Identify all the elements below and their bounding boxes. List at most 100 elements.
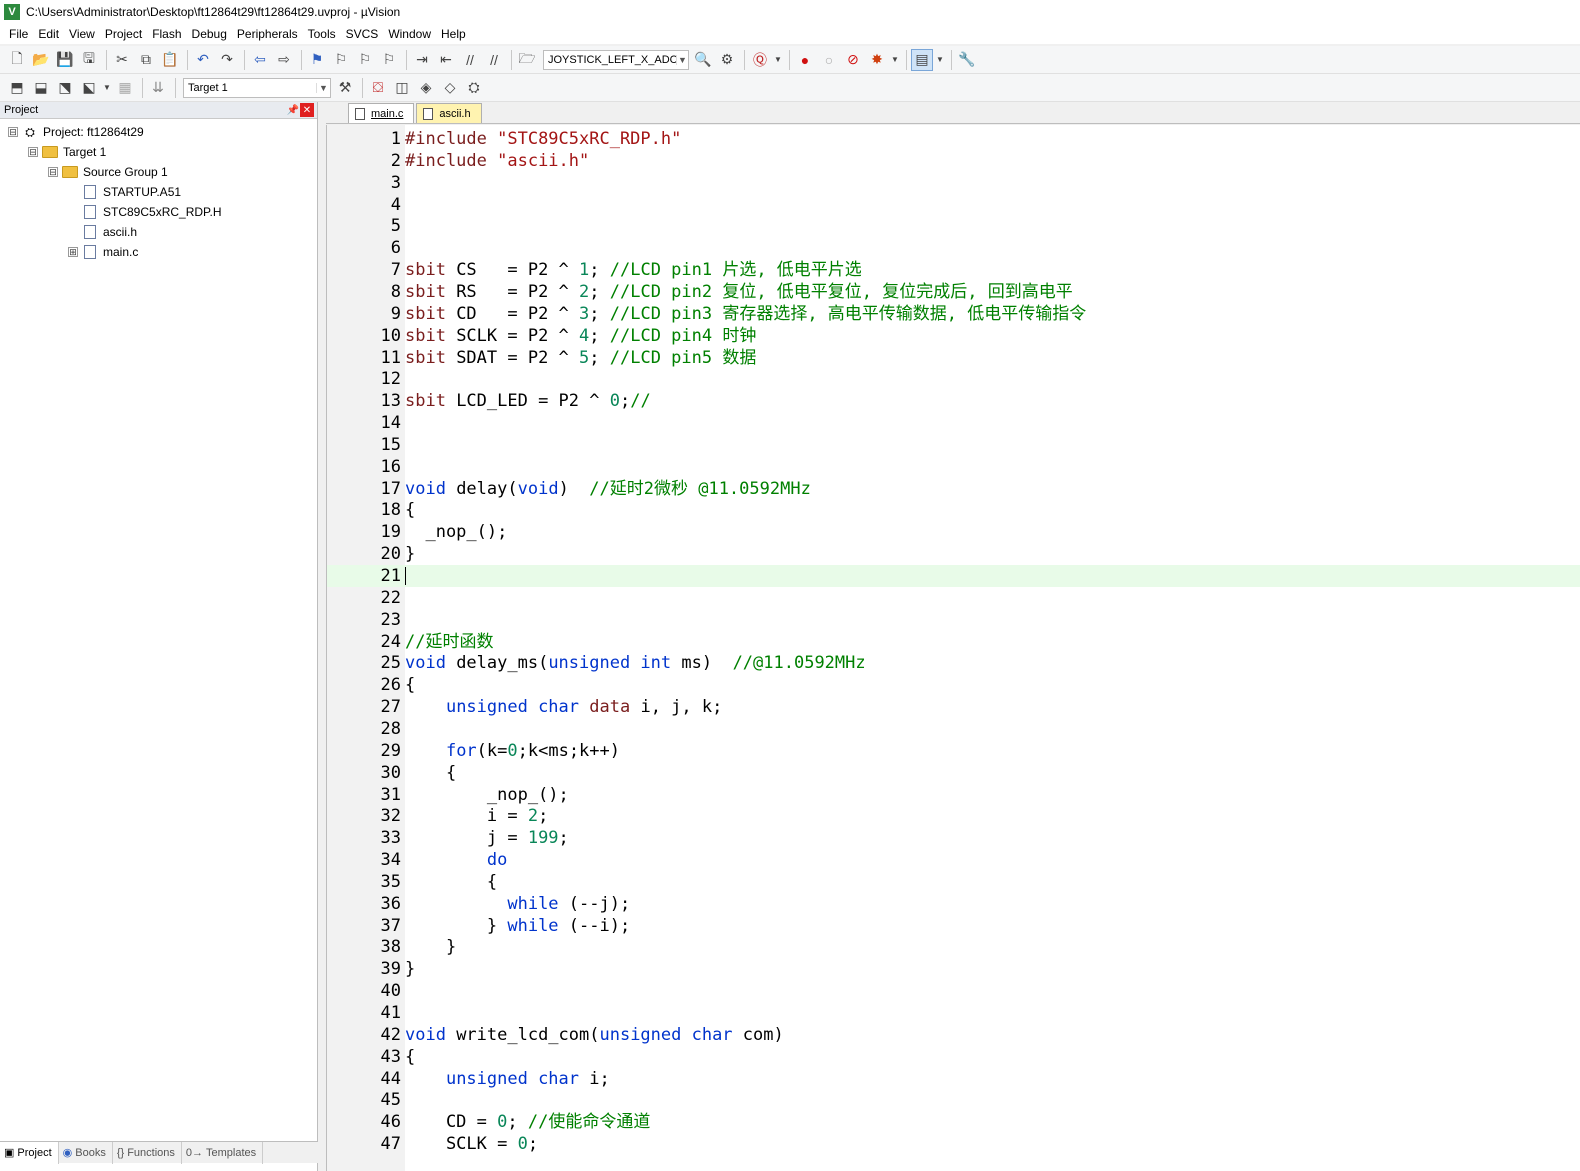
open-file-icon[interactable]: 📂 bbox=[30, 49, 52, 71]
code-line[interactable]: 8 sbit RS = P2 ^ 2; //LCD pin2 复位, 低电平复位,… bbox=[327, 281, 1580, 303]
clear-bookmarks-icon[interactable]: ⚐ bbox=[378, 49, 400, 71]
code-line[interactable]: 29 for(k=0;k<ms;k++) bbox=[327, 740, 1580, 762]
code-line[interactable]: 10 sbit SCLK = P2 ^ 4; //LCD pin4 时钟 bbox=[327, 325, 1580, 347]
undo-icon[interactable]: ↶ bbox=[192, 49, 214, 71]
menu-project[interactable]: Project bbox=[100, 24, 147, 44]
insert-breakpoint-icon[interactable]: ● bbox=[794, 49, 816, 71]
select-packs-icon[interactable]: ◫ bbox=[391, 77, 413, 99]
code-line[interactable]: 23 bbox=[327, 609, 1580, 631]
incremental-find-icon[interactable]: ⚙ bbox=[716, 49, 738, 71]
code-line[interactable]: 34 do bbox=[327, 849, 1580, 871]
code-line[interactable]: 17 void delay(void) //延时2微秒 @11.0592MHz bbox=[327, 478, 1580, 500]
tree-item-file[interactable]: ⊞ main.c bbox=[0, 242, 317, 262]
tree-item-source-group[interactable]: ⊟ Source Group 1 bbox=[0, 162, 317, 182]
menu-flash[interactable]: Flash bbox=[147, 24, 186, 44]
collapse-icon[interactable]: ⊟ bbox=[28, 147, 38, 157]
multi-project-icon[interactable]: ⛭ bbox=[463, 77, 485, 99]
redo-icon[interactable]: ↷ bbox=[216, 49, 238, 71]
code-line[interactable]: 46 CD = 0; //使能命令通道 bbox=[327, 1111, 1580, 1133]
menu-file[interactable]: File bbox=[4, 24, 33, 44]
prev-bookmark-icon[interactable]: ⚐ bbox=[330, 49, 352, 71]
code-line[interactable]: 20} bbox=[327, 543, 1580, 565]
save-icon[interactable]: 💾 bbox=[54, 49, 76, 71]
tab-ascii-h[interactable]: ascii.h bbox=[416, 103, 482, 123]
target-options-icon[interactable]: ⚒ bbox=[334, 77, 356, 99]
code-line[interactable]: 26{ bbox=[327, 674, 1580, 696]
configure-wrench-icon[interactable]: 🔧 bbox=[956, 49, 978, 71]
menu-debug[interactable]: Debug bbox=[187, 24, 232, 44]
menu-tools[interactable]: Tools bbox=[303, 24, 341, 44]
navigate-back-icon[interactable]: ⇦ bbox=[249, 49, 271, 71]
chevron-down-icon[interactable]: ▼ bbox=[676, 54, 688, 65]
code-line[interactable]: 3 bbox=[327, 172, 1580, 194]
code-line[interactable]: 39} bbox=[327, 958, 1580, 980]
code-line[interactable]: 1 #include "STC89C5xRC_RDP.h" bbox=[327, 128, 1580, 150]
code-line[interactable]: 12 bbox=[327, 368, 1580, 390]
code-line[interactable]: 25 void delay_ms(unsigned int ms) //@11.0… bbox=[327, 652, 1580, 674]
code-line[interactable]: 41 bbox=[327, 1002, 1580, 1024]
manage-runtime-icon[interactable]: ◈ bbox=[415, 77, 437, 99]
chevron-down-icon[interactable]: ▼ bbox=[935, 49, 945, 71]
tree-item-project[interactable]: ⊟ ⛭ Project: ft12864t29 bbox=[0, 122, 317, 142]
kill-breakpoints-icon[interactable]: ✸ bbox=[866, 49, 888, 71]
menu-view[interactable]: View bbox=[64, 24, 100, 44]
code-line[interactable]: 45 bbox=[327, 1089, 1580, 1111]
chevron-down-icon[interactable]: ▼ bbox=[102, 77, 112, 99]
save-all-icon[interactable]: 🖫 bbox=[78, 49, 100, 71]
tab-main-c[interactable]: main.c bbox=[348, 103, 415, 123]
code-line[interactable]: 22 bbox=[327, 587, 1580, 609]
debug-session-icon[interactable]: Ⓠ bbox=[749, 49, 771, 71]
code-line[interactable]: 32 i = 2; bbox=[327, 805, 1580, 827]
code-line[interactable]: 14 bbox=[327, 412, 1580, 434]
tab-project[interactable]: ▣ Project bbox=[0, 1141, 59, 1164]
tree-item-file[interactable]: STARTUP.A51 bbox=[0, 182, 317, 202]
copy-icon[interactable]: ⧉ bbox=[135, 49, 157, 71]
target-combo[interactable]: Target 1 ▼ bbox=[183, 77, 331, 98]
download-load-icon[interactable]: ⇊ bbox=[147, 77, 169, 99]
pack-installer-icon[interactable]: ◇ bbox=[439, 77, 461, 99]
code-line[interactable]: 5 bbox=[327, 215, 1580, 237]
code-line[interactable]: 18{ bbox=[327, 499, 1580, 521]
chevron-down-icon[interactable]: ▼ bbox=[890, 49, 900, 71]
tree-item-target[interactable]: ⊟ Target 1 bbox=[0, 142, 317, 162]
code-line[interactable]: 2 #include "ascii.h" bbox=[327, 150, 1580, 172]
cut-icon[interactable]: ✂ bbox=[111, 49, 133, 71]
stop-build-icon[interactable]: ▦ bbox=[114, 77, 136, 99]
menu-svcs[interactable]: SVCS bbox=[341, 24, 384, 44]
menu-edit[interactable]: Edit bbox=[33, 24, 64, 44]
code-line[interactable]: 24//延时函数 bbox=[327, 631, 1580, 653]
code-line[interactable]: 9 sbit CD = P2 ^ 3; //LCD pin3 寄存器选择, 高电平… bbox=[327, 303, 1580, 325]
uncomment-icon[interactable]: // bbox=[483, 49, 505, 71]
tab-functions[interactable]: {} Functions bbox=[113, 1141, 182, 1164]
code-line[interactable]: 44 unsigned char i; bbox=[327, 1068, 1580, 1090]
find-icon[interactable]: 🔍 bbox=[692, 49, 714, 71]
chevron-down-icon[interactable]: ▼ bbox=[773, 49, 783, 71]
chevron-down-icon[interactable]: ▼ bbox=[316, 82, 330, 93]
code-line[interactable]: 30 { bbox=[327, 762, 1580, 784]
navigate-forward-icon[interactable]: ⇨ bbox=[273, 49, 295, 71]
code-line[interactable]: 36 while (--j); bbox=[327, 893, 1580, 915]
tree-item-file[interactable]: ascii.h bbox=[0, 222, 317, 242]
next-bookmark-icon[interactable]: ⚐ bbox=[354, 49, 376, 71]
code-line[interactable]: 42 void write_lcd_com(unsigned char com) bbox=[327, 1024, 1580, 1046]
build-icon[interactable]: ⬓ bbox=[30, 77, 52, 99]
menu-peripherals[interactable]: Peripherals bbox=[232, 24, 303, 44]
code-line[interactable]: 31 _nop_(); bbox=[327, 784, 1580, 806]
tree-item-file[interactable]: STC89C5xRC_RDP.H bbox=[0, 202, 317, 222]
code-line[interactable]: 27 unsigned char data i, j, k; bbox=[327, 696, 1580, 718]
pin-icon[interactable]: 📌 bbox=[286, 105, 300, 116]
translate-icon[interactable]: ⬒ bbox=[6, 77, 28, 99]
tab-books[interactable]: ◉ Books bbox=[59, 1141, 113, 1164]
close-icon[interactable]: ✕ bbox=[300, 103, 314, 117]
rebuild-icon[interactable]: ⬔ bbox=[54, 77, 76, 99]
code-line[interactable]: 28 bbox=[327, 718, 1580, 740]
comment-icon[interactable]: // bbox=[459, 49, 481, 71]
bookmark-icon[interactable]: ⚑ bbox=[306, 49, 328, 71]
unindent-icon[interactable]: ⇤ bbox=[435, 49, 457, 71]
code-line[interactable]: 13 sbit LCD_LED = P2 ^ 0;// bbox=[327, 390, 1580, 412]
tab-templates[interactable]: 0→ Templates bbox=[182, 1141, 264, 1164]
collapse-icon[interactable]: ⊟ bbox=[8, 127, 18, 137]
code-line[interactable]: 40 bbox=[327, 980, 1580, 1002]
window-layout-icon[interactable]: ▤ bbox=[911, 48, 933, 71]
enable-breakpoint-icon[interactable]: ○ bbox=[818, 49, 840, 71]
